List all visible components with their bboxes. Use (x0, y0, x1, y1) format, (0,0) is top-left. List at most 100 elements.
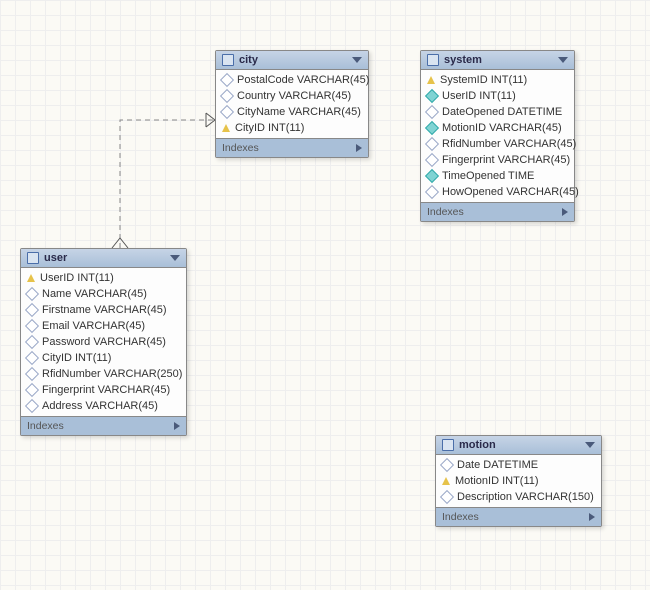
column-icon (25, 399, 39, 413)
column-icon (425, 105, 439, 119)
column-row[interactable]: Country VARCHAR(45) (216, 88, 368, 104)
column-label: DateOpened DATETIME (442, 106, 562, 118)
column-row[interactable]: UserID INT(11) (421, 88, 574, 104)
column-label: MotionID INT(11) (455, 475, 539, 487)
table-icon (222, 54, 234, 66)
indexes-bar[interactable]: Indexes (216, 138, 368, 157)
column-label: Email VARCHAR(45) (42, 320, 145, 332)
column-row[interactable]: HowOpened VARCHAR(45) (421, 184, 574, 200)
column-label: HowOpened VARCHAR(45) (442, 186, 579, 198)
column-icon (425, 137, 439, 151)
column-label: Fingerprint VARCHAR(45) (442, 154, 570, 166)
column-row[interactable]: RfidNumber VARCHAR(45) (421, 136, 574, 152)
column-label: Description VARCHAR(150) (457, 491, 594, 503)
column-list: PostalCode VARCHAR(45) Country VARCHAR(45… (216, 70, 368, 138)
indexes-label: Indexes (427, 206, 562, 218)
column-icon (25, 335, 39, 349)
column-label: CityName VARCHAR(45) (237, 106, 361, 118)
column-label: RfidNumber VARCHAR(45) (442, 138, 576, 150)
table-icon (27, 252, 39, 264)
column-icon (220, 89, 234, 103)
column-label: Name VARCHAR(45) (42, 288, 147, 300)
column-list: SystemID INT(11) UserID INT(11) DateOpened… (421, 70, 574, 202)
entity-system[interactable]: system SystemID INT(11) UserID INT(11) Dat… (420, 50, 575, 222)
column-icon (25, 319, 39, 333)
entity-header[interactable]: motion (436, 436, 601, 455)
indexes-bar[interactable]: Indexes (436, 507, 601, 526)
chevron-down-icon[interactable] (585, 442, 595, 448)
column-label: Country VARCHAR(45) (237, 90, 351, 102)
entity-header[interactable]: system (421, 51, 574, 70)
column-label: UserID INT(11) (442, 90, 516, 102)
column-row[interactable]: TimeOpened TIME (421, 168, 574, 184)
table-icon (442, 439, 454, 451)
primary-key-icon (427, 76, 435, 84)
entity-header[interactable]: user (21, 249, 186, 268)
chevron-down-icon[interactable] (558, 57, 568, 63)
column-label: CityID INT(11) (42, 352, 111, 364)
column-icon (25, 367, 39, 381)
entity-title: city (239, 54, 352, 66)
column-row[interactable]: Password VARCHAR(45) (21, 334, 186, 350)
column-row[interactable]: Name VARCHAR(45) (21, 286, 186, 302)
column-label: UserID INT(11) (40, 272, 114, 284)
column-row[interactable]: UserID INT(11) (21, 270, 186, 286)
column-icon (220, 105, 234, 119)
entity-city[interactable]: city PostalCode VARCHAR(45) Country VARCH… (215, 50, 369, 158)
column-label: CityID INT(11) (235, 122, 304, 134)
entity-header[interactable]: city (216, 51, 368, 70)
column-row[interactable]: CityName VARCHAR(45) (216, 104, 368, 120)
primary-key-icon (222, 124, 230, 132)
entity-title: system (444, 54, 558, 66)
column-icon (425, 153, 439, 167)
column-row[interactable]: Date DATETIME (436, 457, 601, 473)
chevron-right-icon[interactable] (589, 513, 595, 521)
indexes-label: Indexes (222, 142, 356, 154)
column-row[interactable]: MotionID VARCHAR(45) (421, 120, 574, 136)
indexes-bar[interactable]: Indexes (21, 416, 186, 435)
column-label: Date DATETIME (457, 459, 538, 471)
chevron-down-icon[interactable] (170, 255, 180, 261)
indexes-bar[interactable]: Indexes (421, 202, 574, 221)
column-row[interactable]: MotionID INT(11) (436, 473, 601, 489)
entity-motion[interactable]: motion Date DATETIME MotionID INT(11) Desc… (435, 435, 602, 527)
column-icon (25, 287, 39, 301)
entity-title: motion (459, 439, 585, 451)
indexes-label: Indexes (442, 511, 589, 523)
column-row[interactable]: Email VARCHAR(45) (21, 318, 186, 334)
column-row[interactable]: RfidNumber VARCHAR(250) (21, 366, 186, 382)
column-icon (425, 185, 439, 199)
chevron-down-icon[interactable] (352, 57, 362, 63)
column-list: UserID INT(11) Name VARCHAR(45) Firstname … (21, 268, 186, 416)
column-row[interactable]: Firstname VARCHAR(45) (21, 302, 186, 318)
column-row[interactable]: CityID INT(11) (21, 350, 186, 366)
foreign-key-icon (425, 169, 439, 183)
foreign-key-icon (425, 121, 439, 135)
column-label: PostalCode VARCHAR(45) (237, 74, 369, 86)
chevron-right-icon[interactable] (174, 422, 180, 430)
column-label: TimeOpened TIME (442, 170, 534, 182)
column-icon (25, 383, 39, 397)
column-row[interactable]: Description VARCHAR(150) (436, 489, 601, 505)
column-row[interactable]: Address VARCHAR(45) (21, 398, 186, 414)
column-row[interactable]: Fingerprint VARCHAR(45) (421, 152, 574, 168)
column-row[interactable]: CityID INT(11) (216, 120, 368, 136)
column-row[interactable]: Fingerprint VARCHAR(45) (21, 382, 186, 398)
column-icon (25, 303, 39, 317)
primary-key-icon (442, 477, 450, 485)
column-icon (440, 490, 454, 504)
column-row[interactable]: SystemID INT(11) (421, 72, 574, 88)
column-icon (220, 73, 234, 87)
primary-key-icon (27, 274, 35, 282)
column-row[interactable]: PostalCode VARCHAR(45) (216, 72, 368, 88)
entity-user[interactable]: user UserID INT(11) Name VARCHAR(45) First… (20, 248, 187, 436)
column-row[interactable]: DateOpened DATETIME (421, 104, 574, 120)
column-label: Address VARCHAR(45) (42, 400, 158, 412)
entity-title: user (44, 252, 170, 264)
chevron-right-icon[interactable] (562, 208, 568, 216)
table-icon (427, 54, 439, 66)
column-label: RfidNumber VARCHAR(250) (42, 368, 182, 380)
column-label: SystemID INT(11) (440, 74, 527, 86)
chevron-right-icon[interactable] (356, 144, 362, 152)
column-icon (440, 458, 454, 472)
